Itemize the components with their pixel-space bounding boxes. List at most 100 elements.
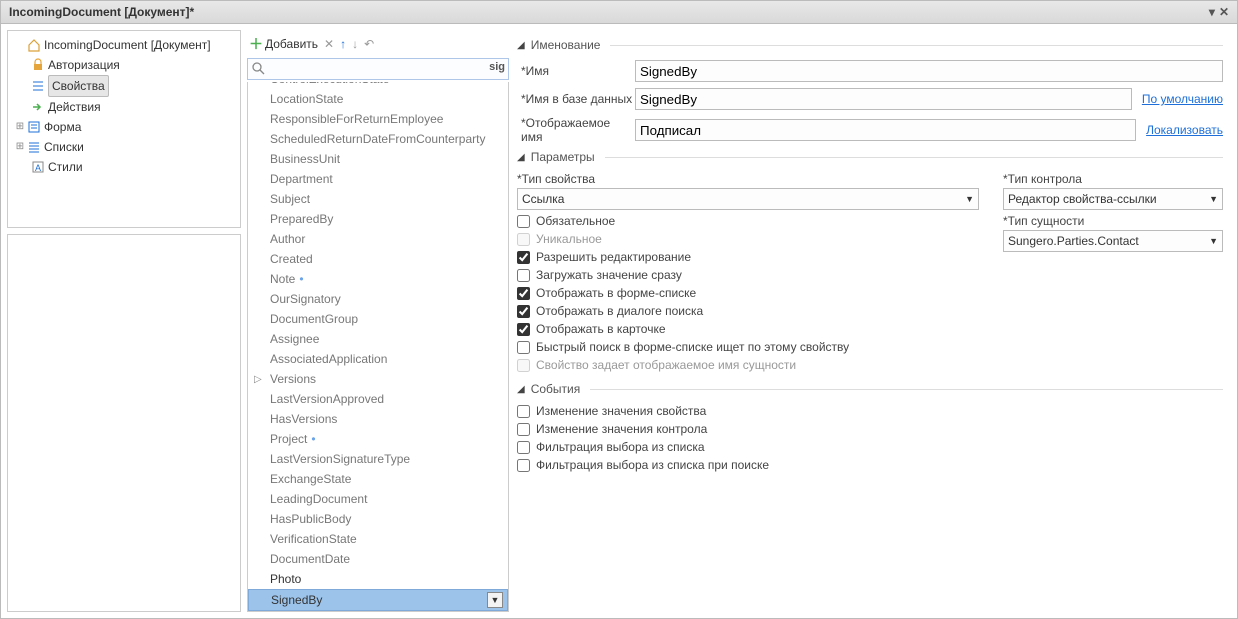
required-checkbox[interactable] (517, 215, 530, 228)
list-item[interactable]: Note (248, 269, 508, 289)
chevron-down-icon: ▼ (1209, 194, 1218, 204)
list-item[interactable]: HasVersions (248, 409, 508, 429)
form-icon (26, 119, 42, 135)
tree-root[interactable]: IncomingDocument [Документ] (14, 35, 238, 55)
event4-checkbox[interactable] (517, 459, 530, 472)
list-item[interactable]: Department (248, 169, 508, 189)
list-item[interactable]: ScheduledReturnDateFromCounterparty (248, 129, 508, 149)
plus-icon: ＋ (249, 34, 263, 54)
localize-link[interactable]: Локализовать (1146, 123, 1223, 137)
list-item[interactable]: ExchangeState (248, 469, 508, 489)
dbname-label: *Имя в базе данных (517, 92, 635, 106)
list-item-selected[interactable]: SignedBy ▼ (248, 589, 508, 611)
list-item[interactable]: LocationState (248, 89, 508, 109)
unique-checkbox (517, 233, 530, 246)
tree-item-form[interactable]: ⊞ Форма (14, 117, 238, 137)
collapse-icon: ◢ (517, 40, 525, 51)
name-label: *Имя (517, 64, 635, 78)
search-checkbox[interactable] (517, 305, 530, 318)
ctrltype-label: *Тип контрола (1003, 172, 1223, 186)
quicksearch-checkbox[interactable] (517, 341, 530, 354)
tree-item-styles[interactable]: A Стили (14, 157, 238, 177)
style-icon: A (30, 159, 46, 175)
proptype-select[interactable]: Ссылка ▼ (517, 188, 979, 210)
dispname-checkbox (517, 359, 530, 372)
list-item[interactable]: AssociatedApplication (248, 349, 508, 369)
chevron-down-icon[interactable]: ▼ (487, 592, 503, 608)
list-item[interactable]: Project (248, 429, 508, 449)
default-link[interactable]: По умолчанию (1142, 92, 1223, 106)
arrow-icon (30, 99, 46, 115)
expand-icon[interactable]: ⊞ (14, 117, 26, 137)
delete-button[interactable]: ✕ (324, 37, 334, 51)
section-events[interactable]: ◢ События (517, 382, 1223, 396)
list-item[interactable]: ResponsibleForReturnEmployee (248, 109, 508, 129)
list-item[interactable]: ControlExecutionState (248, 82, 508, 89)
enttype-select[interactable]: Sungero.Parties.Contact ▼ (1003, 230, 1223, 252)
chevron-right-icon[interactable]: ▷ (254, 371, 262, 389)
edit-checkbox[interactable] (517, 251, 530, 264)
collapse-icon: ◢ (517, 384, 525, 395)
event2-checkbox[interactable] (517, 423, 530, 436)
list-item[interactable]: Author (248, 229, 508, 249)
preview-panel (7, 234, 241, 612)
list-item[interactable]: LeadingDocument (248, 489, 508, 509)
enttype-label: *Тип сущности (1003, 214, 1223, 228)
dbname-field[interactable] (635, 88, 1132, 110)
search-hint: sig (489, 61, 505, 73)
tree-item-actions[interactable]: Действия (14, 97, 238, 117)
chevron-down-icon: ▼ (965, 194, 974, 204)
property-editor: ◢ Именование *Имя *Имя в базе данных По … (515, 30, 1231, 612)
add-button[interactable]: ＋ Добавить (249, 34, 318, 54)
list-item[interactable]: OurSignatory (248, 289, 508, 309)
search-icon (251, 61, 265, 75)
list-item[interactable]: Assignee (248, 329, 508, 349)
card-checkbox[interactable] (517, 323, 530, 336)
proptype-label: *Тип свойства (517, 172, 979, 186)
property-toolbar: ＋ Добавить ✕ ↑ ↓ ↶ (247, 30, 509, 58)
chevron-down-icon: ▼ (1209, 236, 1218, 246)
expand-icon[interactable]: ⊞ (14, 137, 26, 157)
lock-icon (30, 57, 46, 73)
close-icon[interactable]: ✕ (1219, 5, 1229, 19)
list-item[interactable]: Photo (248, 569, 508, 589)
list-item[interactable]: PreparedBy (248, 209, 508, 229)
list-item[interactable]: LastVersionApproved (248, 389, 508, 409)
list-icon (30, 78, 46, 94)
list-item[interactable]: ▷Versions (248, 369, 508, 389)
property-list[interactable]: ExecutionState ControlExecutionState Loc… (247, 82, 509, 612)
load-checkbox[interactable] (517, 269, 530, 282)
home-icon (26, 37, 42, 53)
list-item[interactable]: DocumentGroup (248, 309, 508, 329)
list-item[interactable]: Created (248, 249, 508, 269)
tree-item-lists[interactable]: ⊞ Списки (14, 137, 238, 157)
window-title: IncomingDocument [Документ]* (9, 5, 194, 19)
list-checkbox[interactable] (517, 287, 530, 300)
dispname-field[interactable] (635, 119, 1136, 141)
ctrltype-select[interactable]: Редактор свойства-ссылки ▼ (1003, 188, 1223, 210)
move-down-button[interactable]: ↓ (352, 37, 358, 51)
navigation-tree[interactable]: IncomingDocument [Документ] Авторизация (7, 30, 241, 228)
search-input[interactable] (247, 58, 509, 80)
event3-checkbox[interactable] (517, 441, 530, 454)
lists-icon (26, 139, 42, 155)
move-up-button[interactable]: ↑ (340, 37, 346, 51)
section-naming[interactable]: ◢ Именование (517, 38, 1223, 52)
titlebar: IncomingDocument [Документ]* ▾ ✕ (1, 1, 1237, 24)
list-item[interactable]: DocumentDate (248, 549, 508, 569)
list-item[interactable]: VerificationState (248, 529, 508, 549)
list-item[interactable]: Subject (248, 189, 508, 209)
undo-button[interactable]: ↶ (364, 37, 374, 51)
tree-item-auth[interactable]: Авторизация (14, 55, 238, 75)
name-field[interactable] (635, 60, 1223, 82)
list-item[interactable]: BusinessUnit (248, 149, 508, 169)
svg-text:A: A (35, 163, 41, 173)
collapse-icon: ◢ (517, 152, 525, 163)
tree-item-properties[interactable]: Свойства (14, 75, 238, 97)
pin-icon[interactable]: ▾ (1209, 5, 1215, 19)
event1-checkbox[interactable] (517, 405, 530, 418)
dispname-label: *Отображаемое имя (517, 116, 635, 144)
list-item[interactable]: LastVersionSignatureType (248, 449, 508, 469)
list-item[interactable]: HasPublicBody (248, 509, 508, 529)
section-params[interactable]: ◢ Параметры (517, 150, 1223, 164)
